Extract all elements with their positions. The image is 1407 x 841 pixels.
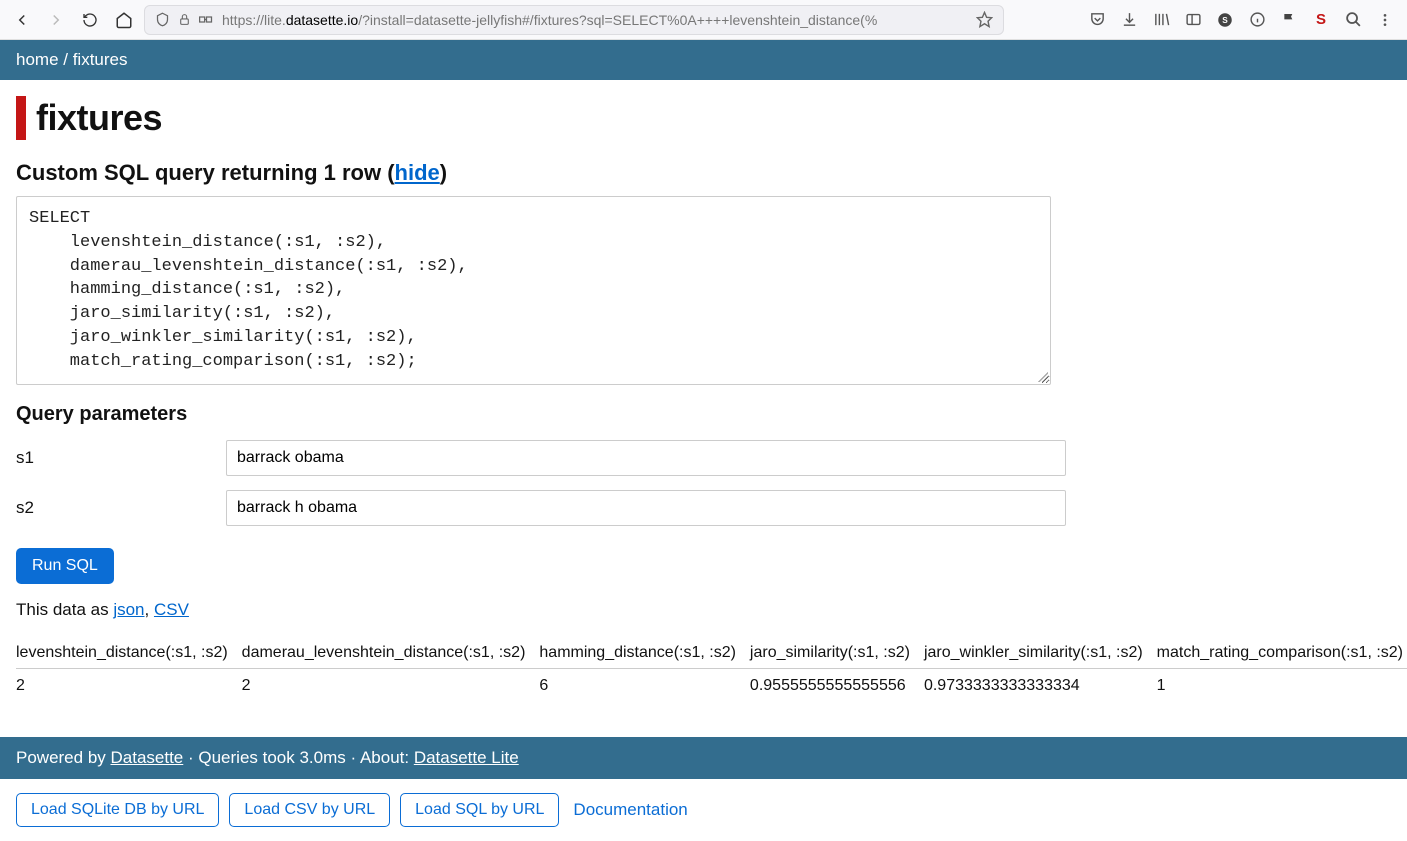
cell: 6 bbox=[539, 668, 750, 703]
cell: 0.9733333333333334 bbox=[924, 668, 1157, 703]
datasette-link[interactable]: Datasette bbox=[111, 748, 184, 767]
results-table: levenshtein_distance(:s1, :s2) damerau_l… bbox=[16, 638, 1407, 703]
browser-toolbar: https://lite.datasette.io/?install=datas… bbox=[0, 0, 1407, 40]
breadcrumb-current: fixtures bbox=[73, 50, 128, 69]
info-icon[interactable] bbox=[1243, 6, 1271, 34]
param-input-s2[interactable] bbox=[226, 490, 1066, 526]
ext-circle-icon[interactable]: S bbox=[1211, 6, 1239, 34]
flag-icon[interactable] bbox=[1275, 6, 1303, 34]
run-sql-button[interactable]: Run SQL bbox=[16, 548, 114, 584]
params-heading: Query parameters bbox=[16, 403, 1391, 426]
param-row-s1: s1 bbox=[16, 440, 1391, 476]
param-input-s1[interactable] bbox=[226, 440, 1066, 476]
cell: 0.9555555555555556 bbox=[750, 668, 924, 703]
cell: 1 bbox=[1157, 668, 1407, 703]
json-link[interactable]: json bbox=[113, 600, 144, 619]
url-text: https://lite.datasette.io/?install=datas… bbox=[222, 12, 968, 28]
ext-s-icon[interactable]: S bbox=[1307, 6, 1335, 34]
load-sqlite-button[interactable]: Load SQLite DB by URL bbox=[16, 793, 219, 827]
svg-text:S: S bbox=[1222, 16, 1228, 25]
col-4: jaro_winkler_similarity(:s1, :s2) bbox=[924, 638, 1157, 669]
permissions-icon bbox=[199, 14, 214, 25]
sidebar-icon[interactable] bbox=[1179, 6, 1207, 34]
breadcrumb: home / fixtures bbox=[0, 40, 1407, 80]
lock-icon bbox=[178, 13, 191, 26]
col-3: jaro_similarity(:s1, :s2) bbox=[750, 638, 924, 669]
csv-link[interactable]: CSV bbox=[154, 600, 189, 619]
cell: 2 bbox=[16, 668, 242, 703]
back-icon[interactable] bbox=[8, 6, 36, 34]
star-icon[interactable] bbox=[976, 11, 993, 28]
cell: 2 bbox=[242, 668, 540, 703]
page-title: fixtures bbox=[16, 96, 1391, 140]
title-accent bbox=[16, 96, 26, 140]
data-as: This data as json, CSV bbox=[16, 600, 1391, 620]
footer: Powered by Datasette · Queries took 3.0m… bbox=[0, 737, 1407, 779]
download-icon[interactable] bbox=[1115, 6, 1143, 34]
col-2: hamming_distance(:s1, :s2) bbox=[539, 638, 750, 669]
sql-editor[interactable]: SELECT levenshtein_distance(:s1, :s2), d… bbox=[16, 196, 1051, 385]
breadcrumb-home[interactable]: home bbox=[16, 50, 59, 69]
col-1: damerau_levenshtein_distance(:s1, :s2) bbox=[242, 638, 540, 669]
forward-icon[interactable] bbox=[42, 6, 70, 34]
table-header-row: levenshtein_distance(:s1, :s2) damerau_l… bbox=[16, 638, 1407, 669]
url-bar[interactable]: https://lite.datasette.io/?install=datas… bbox=[144, 5, 1004, 35]
shield-icon bbox=[155, 12, 170, 27]
home-icon[interactable] bbox=[110, 6, 138, 34]
col-5: match_rating_comparison(:s1, :s2) bbox=[1157, 638, 1407, 669]
search-icon[interactable] bbox=[1339, 6, 1367, 34]
page-title-text: fixtures bbox=[36, 97, 162, 139]
query-heading: Custom SQL query returning 1 row (hide) bbox=[16, 160, 1391, 186]
table-row: 2 2 6 0.9555555555555556 0.9733333333333… bbox=[16, 668, 1407, 703]
about-link[interactable]: Datasette Lite bbox=[414, 748, 519, 767]
hide-link[interactable]: hide bbox=[395, 160, 440, 185]
reload-icon[interactable] bbox=[76, 6, 104, 34]
param-row-s2: s2 bbox=[16, 490, 1391, 526]
pocket-icon[interactable] bbox=[1083, 6, 1111, 34]
library-icon[interactable] bbox=[1147, 6, 1175, 34]
documentation-link[interactable]: Documentation bbox=[573, 800, 687, 820]
param-label-s1: s1 bbox=[16, 448, 226, 468]
col-0: levenshtein_distance(:s1, :s2) bbox=[16, 638, 242, 669]
load-sql-button[interactable]: Load SQL by URL bbox=[400, 793, 559, 827]
breadcrumb-sep: / bbox=[59, 50, 73, 69]
param-label-s2: s2 bbox=[16, 498, 226, 518]
load-csv-button[interactable]: Load CSV by URL bbox=[229, 793, 390, 827]
menu-icon[interactable] bbox=[1371, 6, 1399, 34]
